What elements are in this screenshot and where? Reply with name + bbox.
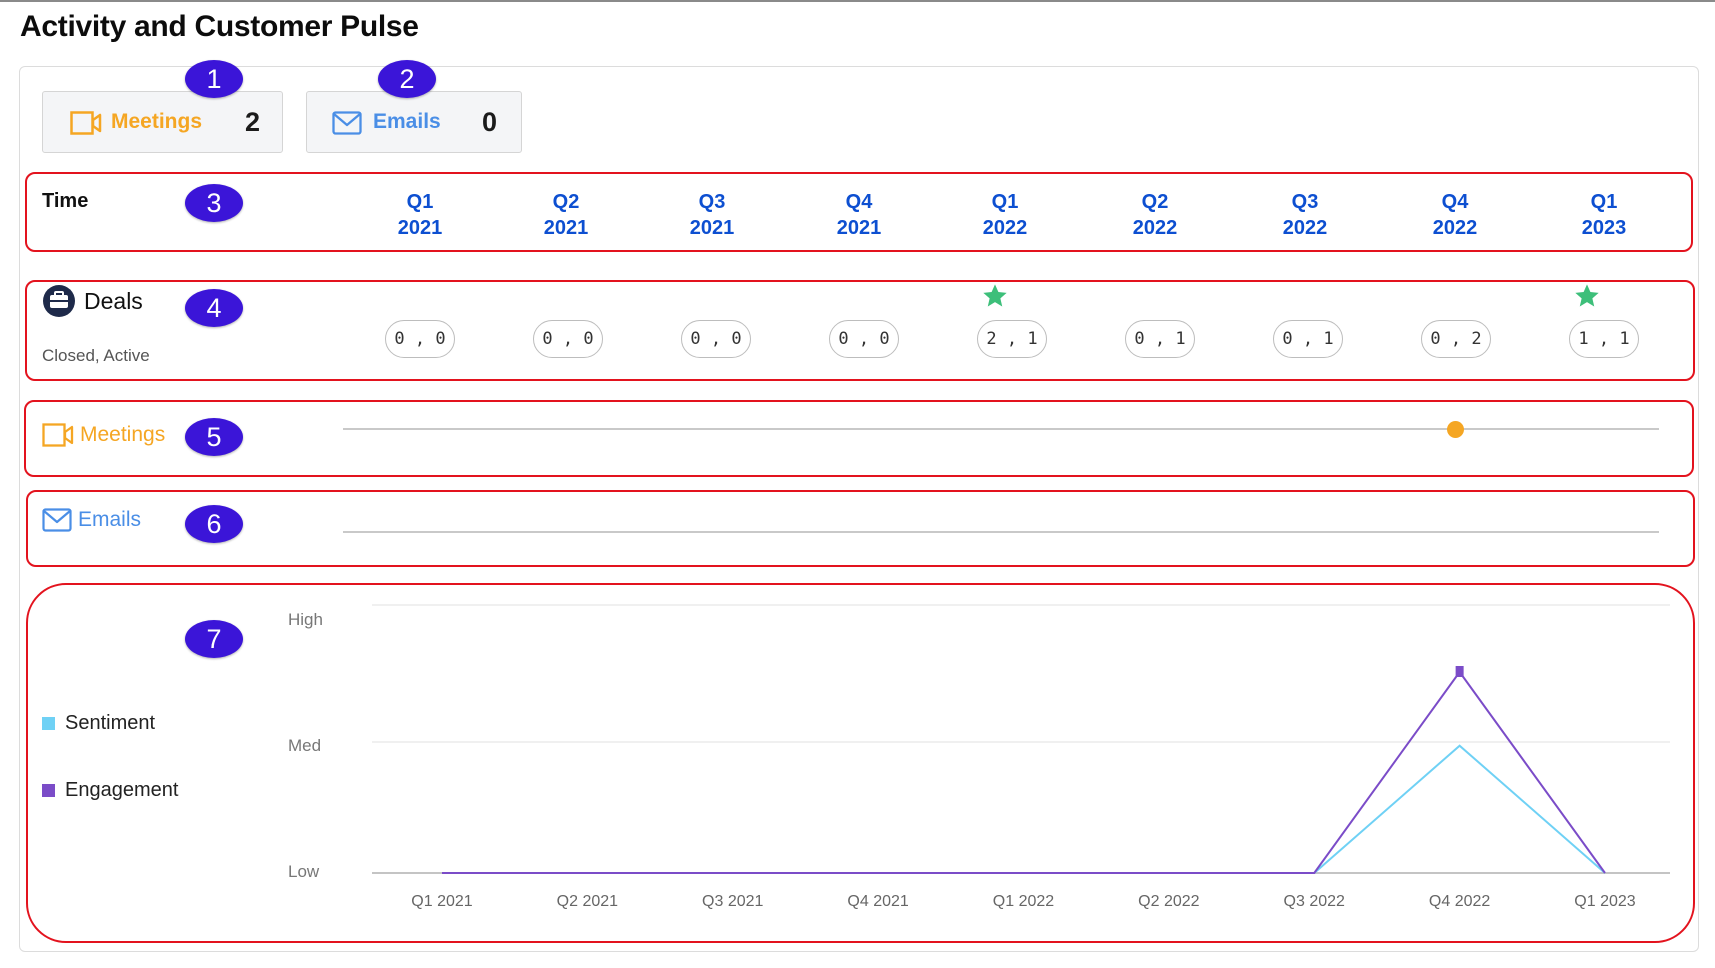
y-tick-label: Med — [288, 736, 321, 755]
annotation-marker-7: 7 — [185, 620, 243, 658]
x-tick-label: Q4 2021 — [847, 893, 908, 910]
pulse-line-chart: Low Med High Q1 2021 Q2 2021 Q3 2021 Q4 2021 Q1… — [288, 604, 1670, 910]
x-tick-label: Q1 2021 — [411, 893, 472, 910]
annotation-marker-4: 4 — [185, 289, 243, 327]
x-tick-label: Q1 2023 — [1574, 893, 1635, 910]
x-tick-label: Q1 2022 — [993, 893, 1054, 910]
x-tick-label: Q2 2021 — [557, 893, 618, 910]
y-tick-label: Low — [288, 862, 320, 881]
x-tick-label: Q4 2022 — [1429, 893, 1490, 910]
series-line-sentiment — [442, 744, 1606, 874]
annotation-marker-1: 1 — [185, 60, 243, 98]
engagement-point-marker[interactable] — [1455, 666, 1464, 677]
annotation-marker-3: 3 — [185, 184, 243, 222]
series-line-engagement — [442, 670, 1606, 874]
x-tick-label: Q3 2021 — [702, 893, 763, 910]
annotation-marker-5: 5 — [185, 418, 243, 456]
x-tick-label: Q3 2022 — [1284, 893, 1345, 910]
x-tick-label: Q2 2022 — [1138, 893, 1199, 910]
annotation-marker-2: 2 — [378, 60, 436, 98]
y-tick-label: High — [288, 610, 323, 629]
annotation-marker-6: 6 — [185, 505, 243, 543]
